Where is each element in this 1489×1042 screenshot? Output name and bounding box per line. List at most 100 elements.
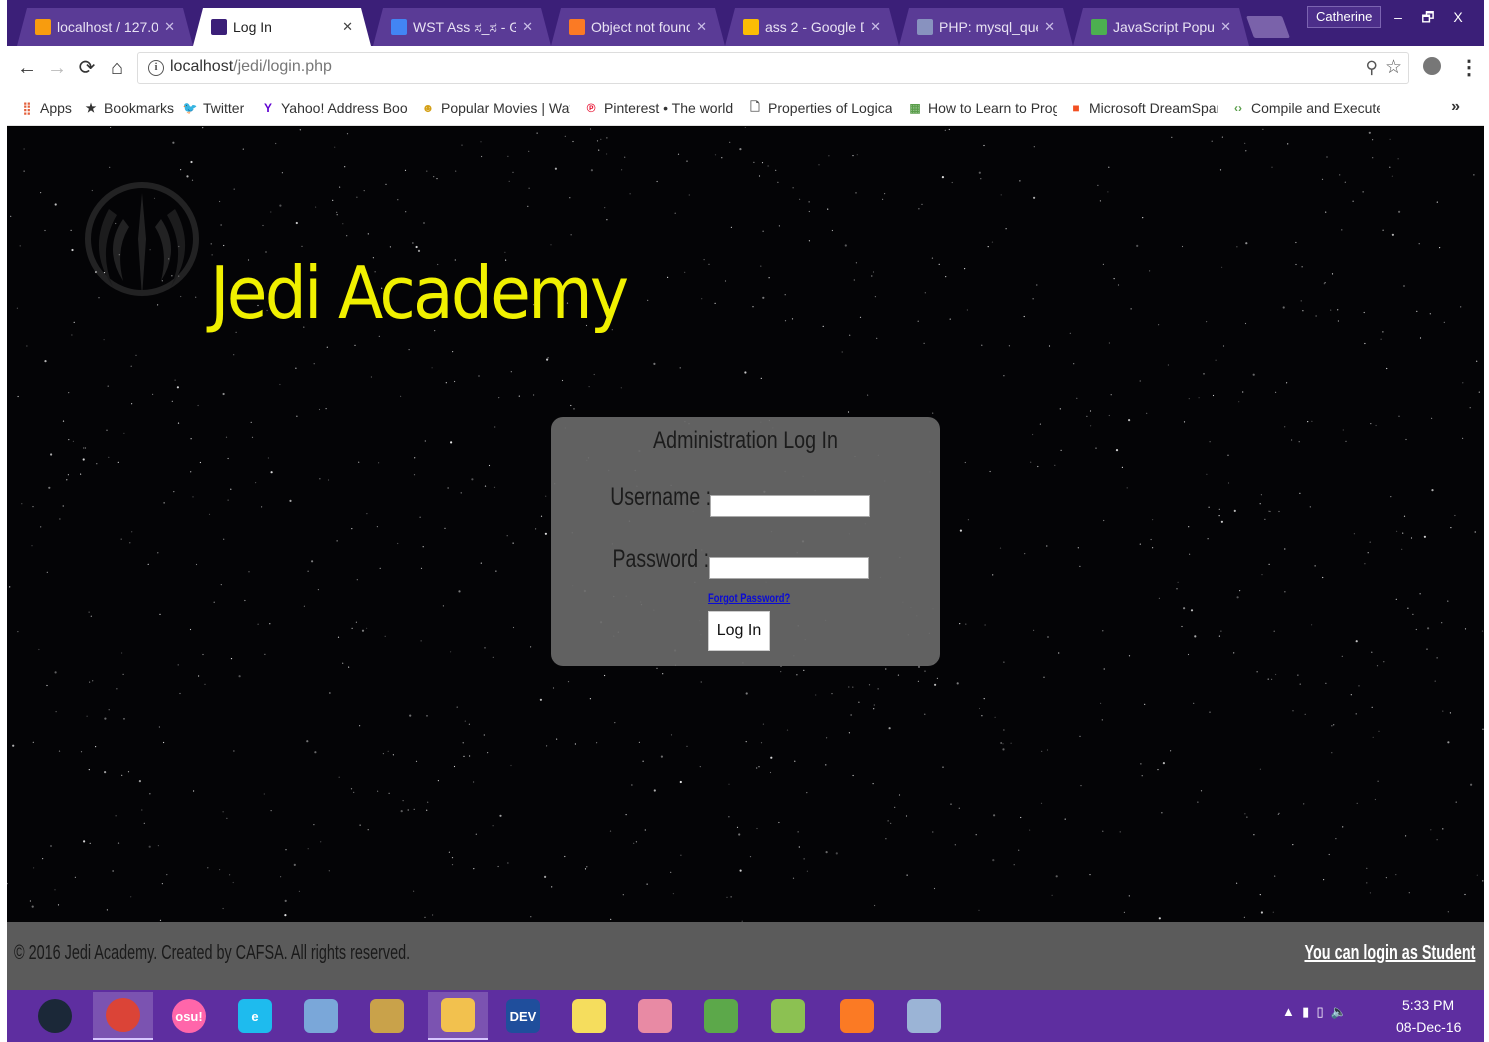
star-dot xyxy=(238,675,241,678)
password-field[interactable] xyxy=(709,557,869,579)
minimize-button[interactable]: – xyxy=(1383,6,1413,28)
restore-button[interactable]: 🗗 xyxy=(1413,6,1443,28)
star-dot xyxy=(1291,439,1293,441)
close-tab-icon[interactable]: ✕ xyxy=(1220,19,1231,35)
tab[interactable]: WST Ass ಸ_ಸ - G ✕ xyxy=(373,8,551,46)
notebook-icon xyxy=(304,999,338,1033)
star-dot xyxy=(73,321,75,323)
star-dot xyxy=(1443,321,1445,323)
bookmark-item[interactable]: 🗋 Properties of Logical xyxy=(747,97,892,119)
star-dot xyxy=(622,894,624,896)
star-dot xyxy=(917,680,920,682)
star-dot xyxy=(66,479,68,481)
bookmarks-more-button[interactable]: » xyxy=(1451,98,1460,116)
star-dot xyxy=(1115,449,1119,452)
taskbar-app-file-explorer[interactable] xyxy=(428,992,488,1040)
star-dot xyxy=(758,175,761,177)
star-dot xyxy=(71,334,73,336)
taskbar-app-paint[interactable] xyxy=(357,992,417,1040)
info-icon[interactable]: i xyxy=(148,60,164,76)
star-dot xyxy=(1391,233,1394,236)
close-window-button[interactable]: X xyxy=(1443,6,1473,28)
forward-icon[interactable]: → xyxy=(45,56,69,80)
star-dot xyxy=(989,470,991,473)
tab[interactable]: PHP: mysql_query ✕ xyxy=(899,8,1073,46)
bookmark-item[interactable]: 🐦 Twitter xyxy=(182,97,245,119)
taskbar-app-minecraft[interactable] xyxy=(691,992,751,1040)
taskbar-app-steam[interactable] xyxy=(25,992,85,1040)
star-dot xyxy=(932,412,934,414)
bookmark-star-icon[interactable]: ☆ xyxy=(1385,56,1402,79)
bookmark-item[interactable]: ☻ Popular Movies | Wat xyxy=(420,97,570,119)
new-tab-button[interactable] xyxy=(1245,16,1291,38)
star-dot xyxy=(1436,201,1438,203)
username-field[interactable] xyxy=(710,495,870,517)
star-dot xyxy=(784,320,787,322)
taskbar-app-sticky-notes[interactable] xyxy=(559,992,619,1040)
star-dot xyxy=(1101,719,1103,721)
bookmark-item[interactable]: ℗ Pinterest • The world xyxy=(583,97,733,119)
close-tab-icon[interactable]: ✕ xyxy=(696,19,707,35)
star-dot xyxy=(767,165,769,167)
url-text[interactable]: localhost/jedi/login.php xyxy=(170,58,332,76)
back-icon[interactable]: ← xyxy=(15,56,39,80)
taskbar-app-display-settings[interactable] xyxy=(894,992,954,1040)
taskbar-app-internet-explorer[interactable]: e xyxy=(225,992,285,1040)
tab[interactable]: Object not found! ✕ xyxy=(551,8,725,46)
star-dot xyxy=(604,674,606,677)
bookmark-item[interactable]: ‹› Compile and Execute xyxy=(1230,97,1380,119)
reload-icon[interactable]: ⟳ xyxy=(75,56,99,80)
star-dot xyxy=(190,438,192,440)
star-dot xyxy=(336,211,338,213)
star-dot xyxy=(46,684,48,687)
clock-time[interactable]: 5:33 PM xyxy=(1402,997,1454,1013)
taskbar-app-notepad-plus[interactable] xyxy=(758,992,818,1040)
home-icon[interactable]: ⌂ xyxy=(105,56,129,80)
star-dot xyxy=(301,245,303,247)
tab[interactable]: JavaScript Popup E ✕ xyxy=(1073,8,1249,46)
star-dot xyxy=(792,187,794,189)
taskbar-app-dev-cpp[interactable]: DEV xyxy=(493,992,553,1040)
star-dot xyxy=(1447,911,1449,913)
bookmark-item[interactable]: ★ Bookmarks xyxy=(83,97,174,119)
tab[interactable]: localhost / 127.0.0 ✕ xyxy=(17,8,193,46)
star-dot xyxy=(408,349,410,351)
bookmark-item[interactable]: Y Yahoo! Address Book xyxy=(260,97,408,119)
close-tab-icon[interactable]: ✕ xyxy=(164,19,175,35)
star-dot xyxy=(177,664,179,666)
star-dot xyxy=(197,404,199,407)
star-dot xyxy=(653,362,656,365)
bookmark-item[interactable]: ▦ How to Learn to Prog xyxy=(907,97,1057,119)
menu-icon[interactable]: ⋮ xyxy=(1459,55,1479,80)
microsoft-icon: ■ xyxy=(1072,101,1080,115)
address-bar[interactable]: i localhost/jedi/login.php ⚲ ☆ xyxy=(137,52,1409,84)
student-login-link[interactable]: You can login as Student xyxy=(1304,942,1475,965)
forgot-password-link[interactable]: Forgot Password? xyxy=(708,591,790,605)
star-dot xyxy=(1003,729,1005,731)
close-tab-icon[interactable]: ✕ xyxy=(522,19,533,35)
close-tab-icon[interactable]: ✕ xyxy=(870,19,881,35)
star-dot xyxy=(544,875,547,879)
star-dot xyxy=(550,244,552,246)
extension-icon[interactable] xyxy=(1423,57,1441,75)
tab[interactable]: ass 2 - Google Driv ✕ xyxy=(725,8,899,46)
system-tray[interactable]: ▲ ▮ ▯ 🔈 xyxy=(1282,1004,1347,1020)
star-dot xyxy=(1080,785,1082,787)
taskbar-app-game[interactable] xyxy=(625,992,685,1040)
star-dot xyxy=(1284,591,1286,593)
star-dot xyxy=(1064,818,1066,820)
bookmark-item[interactable]: ■ Microsoft DreamSpar xyxy=(1068,97,1218,119)
taskbar-app-chrome[interactable] xyxy=(93,992,153,1040)
clock-date[interactable]: 08-Dec-16 xyxy=(1396,1019,1461,1035)
taskbar-app-notepad[interactable] xyxy=(291,992,351,1040)
taskbar-app-xampp[interactable] xyxy=(827,992,887,1040)
bookmark-item[interactable]: ⣿ Apps xyxy=(19,97,72,119)
close-tab-icon[interactable]: ✕ xyxy=(1044,19,1055,35)
close-tab-icon[interactable]: ✕ xyxy=(342,19,353,35)
star-dot xyxy=(405,211,407,213)
taskbar-app-osu[interactable]: osu! xyxy=(159,992,219,1040)
login-button[interactable]: Log In xyxy=(708,611,770,651)
profile-button[interactable]: Catherine xyxy=(1307,6,1382,28)
tab[interactable]: Log In ✕ xyxy=(193,8,371,46)
zoom-icon[interactable]: ⚲ xyxy=(1366,58,1378,78)
